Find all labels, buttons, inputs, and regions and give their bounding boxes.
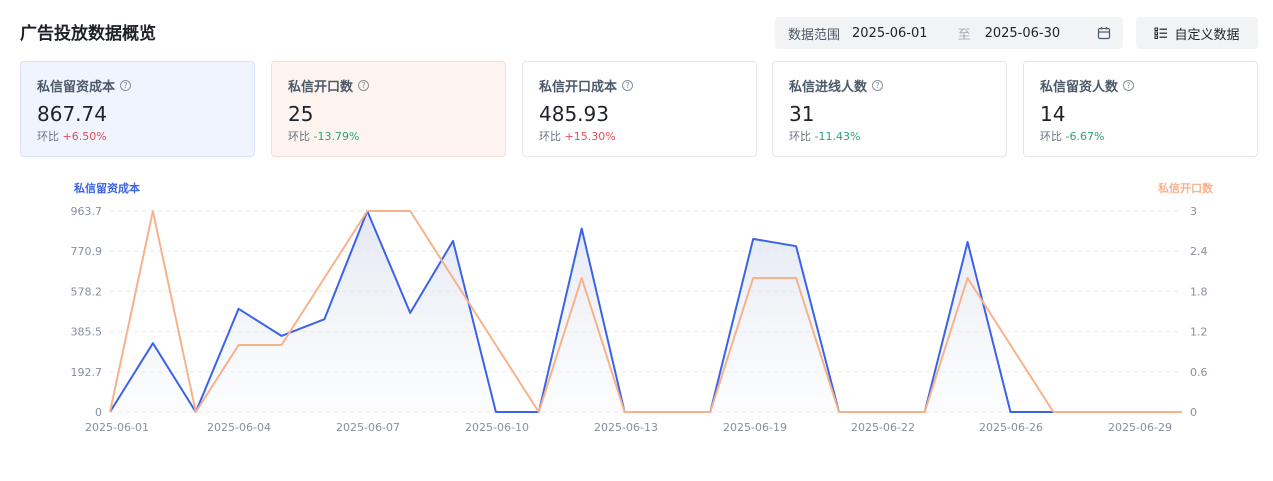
y-right-tick-label: 3 (1190, 205, 1197, 218)
help-icon[interactable]: ? (358, 80, 370, 91)
page-title: 广告投放数据概览 (20, 24, 156, 44)
custom-data-button[interactable]: 自定义数据 (1136, 17, 1258, 49)
list-settings-icon (1154, 27, 1168, 39)
y-right-tick-label: 0.6 (1190, 366, 1208, 379)
y-right-tick-label: 1.2 (1190, 326, 1208, 339)
metric-card-open-count[interactable]: 私信开口数? 25 环比 -13.79% (271, 61, 506, 157)
y-left-tick-label: 385.5 (71, 326, 103, 339)
help-icon[interactable]: ? (622, 80, 634, 91)
x-tick-label: 2025-06-04 (207, 421, 271, 434)
metric-card-value: 31 (789, 102, 815, 126)
x-tick-label: 2025-06-22 (851, 421, 915, 434)
metric-card-value: 485.93 (539, 102, 609, 126)
help-icon[interactable]: ? (1123, 80, 1135, 91)
metric-card-lead-cost[interactable]: 私信留资成本? 867.74 环比 +6.50% (20, 61, 255, 157)
y-left-tick-label: 192.7 (71, 366, 103, 379)
date-range-label: 数据范围 (788, 27, 841, 43)
y-right-tick-label: 1.8 (1190, 285, 1208, 298)
x-tick-label: 2025-06-01 (85, 421, 149, 434)
chart-canvas[interactable]: 0 0 192.7 0.6 385.5 1.2 578.2 1.8 770.9 2.4 963.7 3… (0, 170, 1273, 470)
start-date-input[interactable]: 2025-06-01 (852, 26, 928, 41)
y-left-tick-label: 0 (95, 406, 102, 419)
metric-card-change: 环比 -13.79% (288, 130, 360, 143)
metric-card-change: 环比 +6.50% (37, 130, 107, 143)
end-date-input[interactable]: 2025-06-30 (985, 26, 1061, 41)
metric-card-lead-count[interactable]: 私信留资人数? 14 环比 -6.67% (1023, 61, 1258, 157)
x-tick-label: 2025-06-29 (1108, 421, 1172, 434)
y-left-tick-label: 578.2 (71, 285, 103, 298)
metric-card-title: 私信开口数? (288, 76, 370, 95)
metric-card-change: 环比 -6.67% (1040, 130, 1105, 143)
help-icon[interactable]: ? (120, 80, 132, 91)
x-tick-label: 2025-06-26 (979, 421, 1043, 434)
calendar-icon[interactable] (1097, 26, 1111, 40)
metric-card-title: 私信进线人数? (789, 76, 884, 95)
y-left-tick-label: 770.9 (71, 245, 103, 258)
help-icon[interactable]: ? (872, 80, 884, 91)
metric-card-change: 环比 +15.30% (539, 130, 616, 143)
metric-card-value: 867.74 (37, 102, 107, 126)
metric-card-change: 环比 -11.43% (789, 130, 861, 143)
metric-card-value: 25 (288, 102, 314, 126)
series-area (110, 211, 1182, 412)
metric-card-title: 私信留资成本? (37, 76, 132, 95)
y-right-tick-label: 2.4 (1190, 245, 1208, 258)
x-tick-label: 2025-06-07 (336, 421, 400, 434)
y-left-tick-label: 963.7 (71, 205, 103, 218)
metric-card-title: 私信开口成本? (539, 76, 634, 95)
date-range-picker[interactable]: 数据范围 2025-06-01 至 2025-06-30 (775, 17, 1123, 49)
custom-data-label: 自定义数据 (1174, 27, 1240, 43)
x-tick-label: 2025-06-19 (723, 421, 787, 434)
metric-card-value: 14 (1040, 102, 1066, 126)
metric-card-open-cost[interactable]: 私信开口成本? 485.93 环比 +15.30% (522, 61, 757, 157)
x-tick-label: 2025-06-10 (465, 421, 529, 434)
y-right-tick-label: 0 (1190, 406, 1197, 419)
x-tick-label: 2025-06-13 (594, 421, 658, 434)
metric-card-inbound-count[interactable]: 私信进线人数? 31 环比 -11.43% (772, 61, 1007, 157)
metric-card-title: 私信留资人数? (1040, 76, 1135, 95)
date-range-separator: 至 (957, 27, 971, 43)
trend-chart[interactable]: 私信留资成本 私信开口数 0 0 192.7 0.6 385.5 1.2 578.2 1.8 7… (0, 170, 1273, 470)
